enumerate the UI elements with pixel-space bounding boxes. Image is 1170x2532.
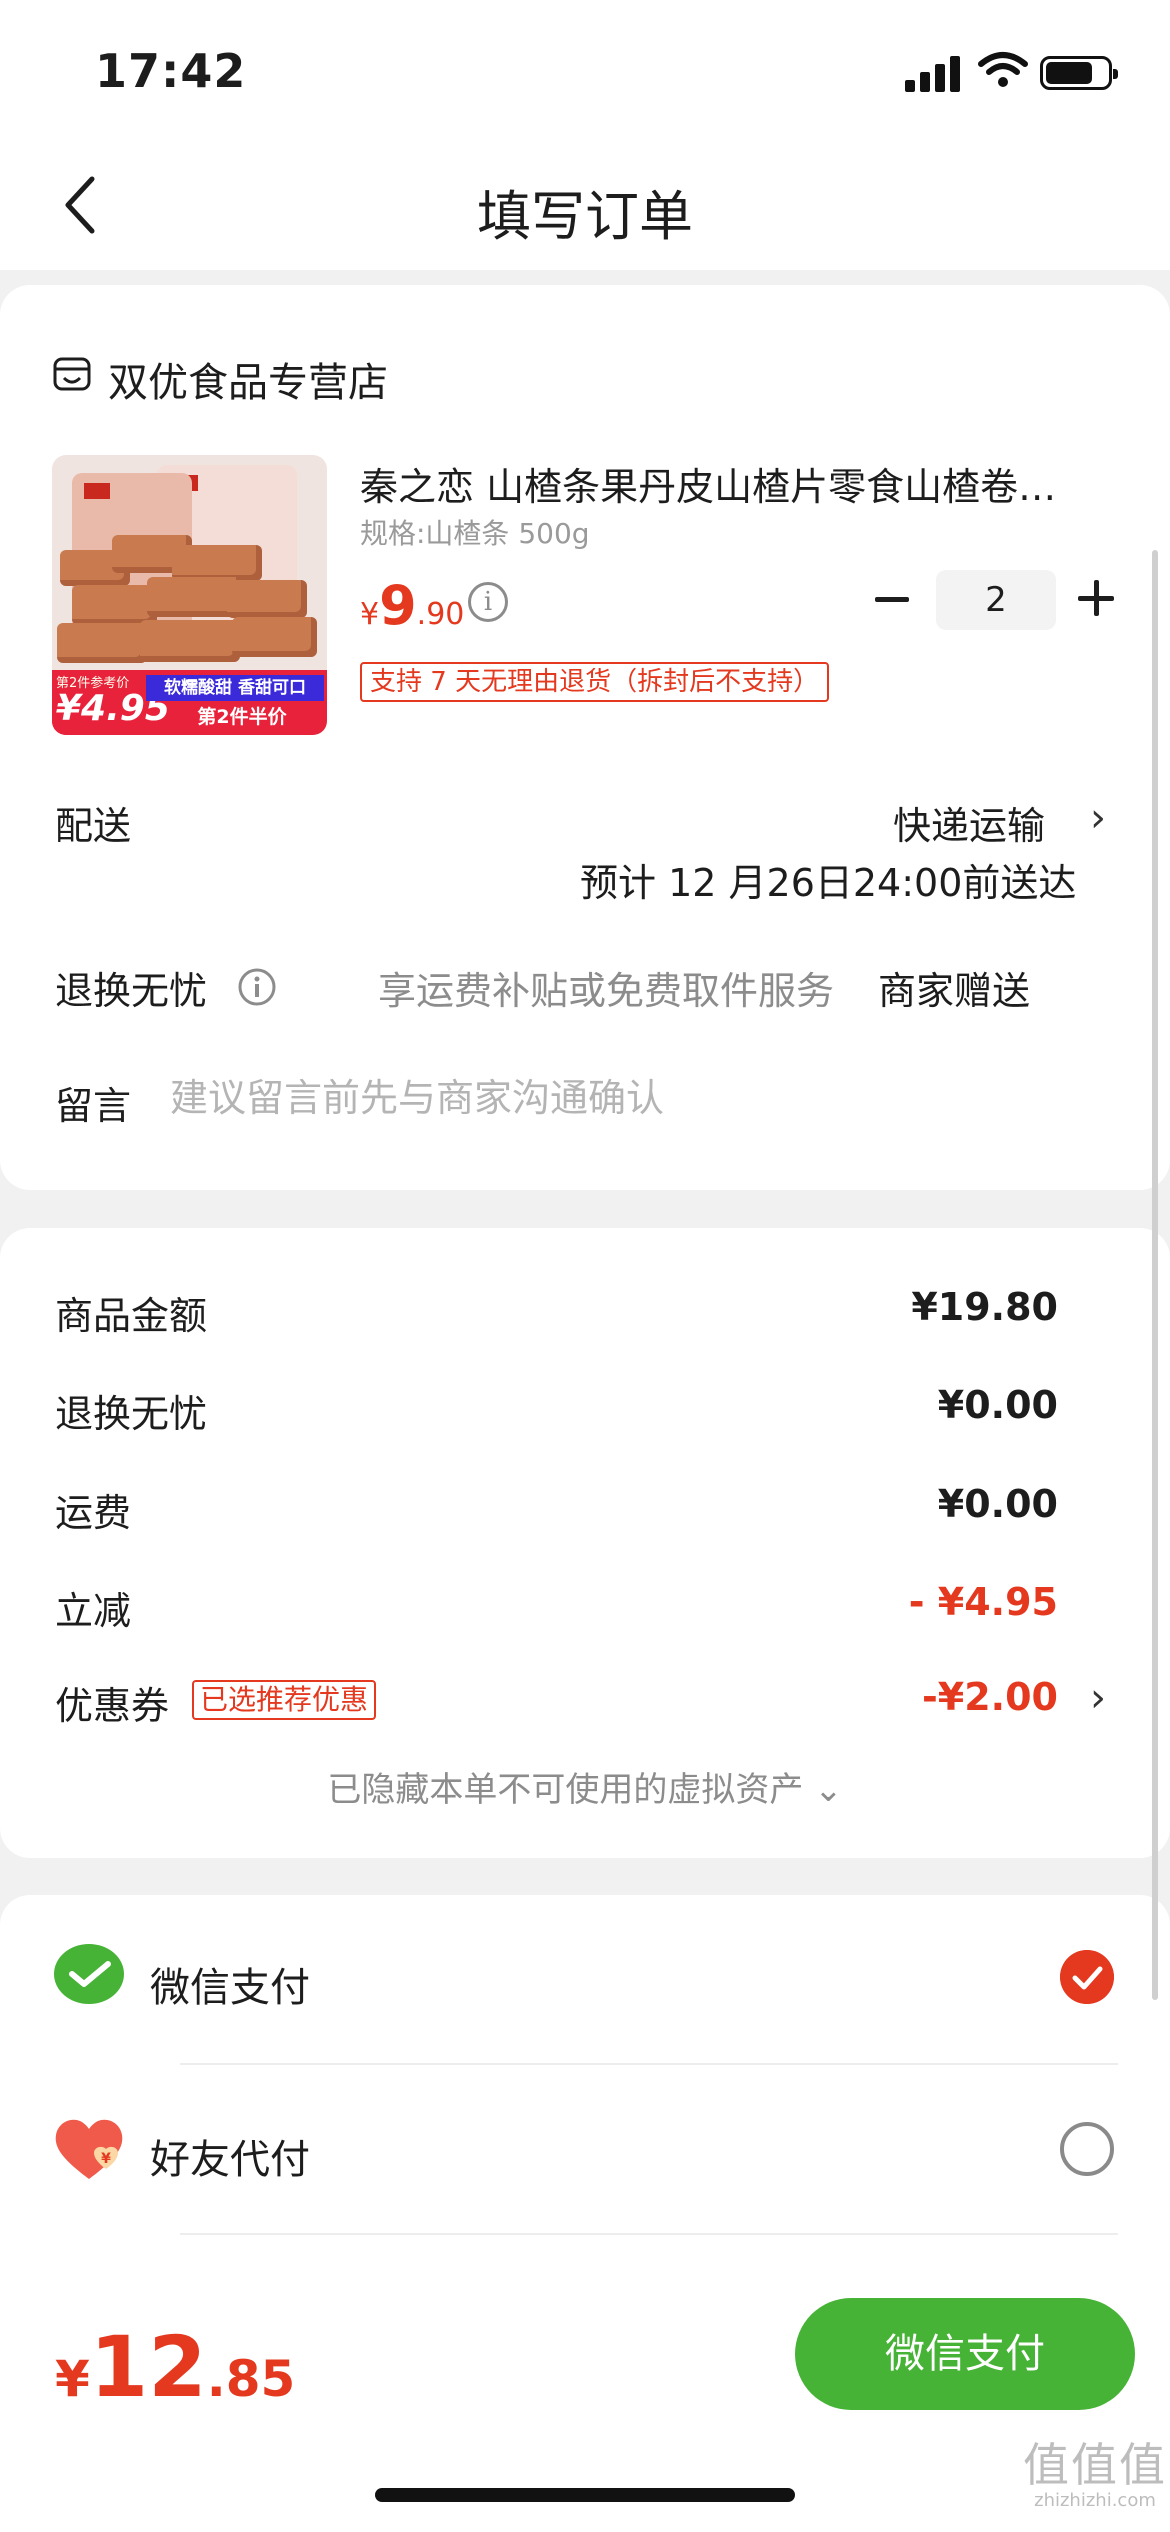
wechat-pay-icon [54,1944,124,2004]
delivery-label: 配送 [55,804,132,848]
return-policy-tag: 支持 7 天无理由退货（拆封后不支持） [360,662,830,702]
store-name[interactable]: 双优食品专营店 [108,350,388,408]
wifi-icon [978,52,1028,87]
pay-button[interactable]: 微信支付 [795,2298,1135,2410]
store-icon [53,357,91,391]
badge-tag-half-price: 第2件半价 [197,706,287,728]
product-promo-badge: 第2件参考价 ¥4.95 软糯酸甜 香甜可口 第2件半价 [52,670,327,735]
product-image[interactable]: 第2件参考价 ¥4.95 软糯酸甜 香甜可口 第2件半价 [52,455,327,735]
order-card [0,285,1170,1190]
summary-label-goods: 商品金额 [55,1294,208,1338]
page-title: 填写订单 [477,185,693,248]
info-icon[interactable] [237,967,277,1007]
chevron-right-icon[interactable]: › [1090,795,1106,841]
coupon-recommended-tag[interactable]: 已选推荐优惠 [192,1680,377,1720]
summary-label-worry-free: 退换无忧 [55,1392,208,1436]
checkmark-icon[interactable] [1060,1950,1114,2004]
payment-option-friend[interactable]: 好友代付 [150,2127,310,2185]
order-total: ¥12.85 [55,2318,296,2416]
message-input[interactable] [170,1070,1070,1126]
summary-value-discount: - ¥4.95 [908,1580,1058,1624]
quantity-value[interactable]: 2 [936,570,1056,630]
summary-label-coupon: 优惠券 [55,1684,170,1728]
signal-icon [905,56,961,92]
summary-label-shipping: 运费 [55,1491,132,1535]
battery-icon [1040,56,1118,90]
product-spec[interactable]: 规格:山楂条 500g [360,512,590,552]
watermark-logo: 值值值 zhizhizhi.com [1023,2438,1167,2511]
product-price: ¥9.90 [360,574,465,637]
friend-pay-heart-icon: ¥ [55,2119,123,2179]
summary-label-discount: 立减 [55,1589,132,1633]
summary-value-goods: ¥19.80 [911,1285,1058,1329]
chevron-right-icon[interactable]: › [1090,1675,1106,1721]
price-info-icon[interactable]: i [468,582,508,622]
summary-value-worry-free: ¥0.00 [937,1383,1058,1427]
quantity-decrease-button[interactable] [875,597,909,602]
divider [180,2233,1118,2235]
hidden-assets-toggle[interactable]: 已隐藏本单不可使用的虚拟资产 ⌄ [0,1762,1170,1811]
radio-unselected-icon[interactable] [1060,2122,1114,2176]
worry-free-gift: 商家赠送 [878,969,1031,1013]
product-title[interactable]: 秦之恋 山楂条果丹皮山楂片零食山楂卷… [360,456,1090,511]
status-time: 17:42 [95,44,247,98]
summary-value-coupon[interactable]: -¥2.00 [922,1675,1058,1719]
badge-tag-taste: 软糯酸甜 香甜可口 [146,675,324,701]
worry-free-label: 退换无忧 [55,969,208,1013]
delivery-eta: 预计 12 月26日24:00前送达 [580,861,1077,905]
scrollbar[interactable] [1152,550,1158,2000]
home-indicator[interactable] [375,2488,795,2502]
delivery-method[interactable]: 快递运输 [893,795,1045,850]
message-label: 留言 [55,1084,132,1128]
divider [180,2063,1118,2065]
summary-value-shipping: ¥0.00 [937,1482,1058,1526]
payment-option-wechat[interactable]: 微信支付 [150,1955,310,2013]
friend-pay-yen-symbol: ¥ [101,2151,111,2167]
quantity-increase-button[interactable] [1078,580,1114,616]
worry-free-description: 享运费补贴或免费取件服务 [378,969,835,1013]
